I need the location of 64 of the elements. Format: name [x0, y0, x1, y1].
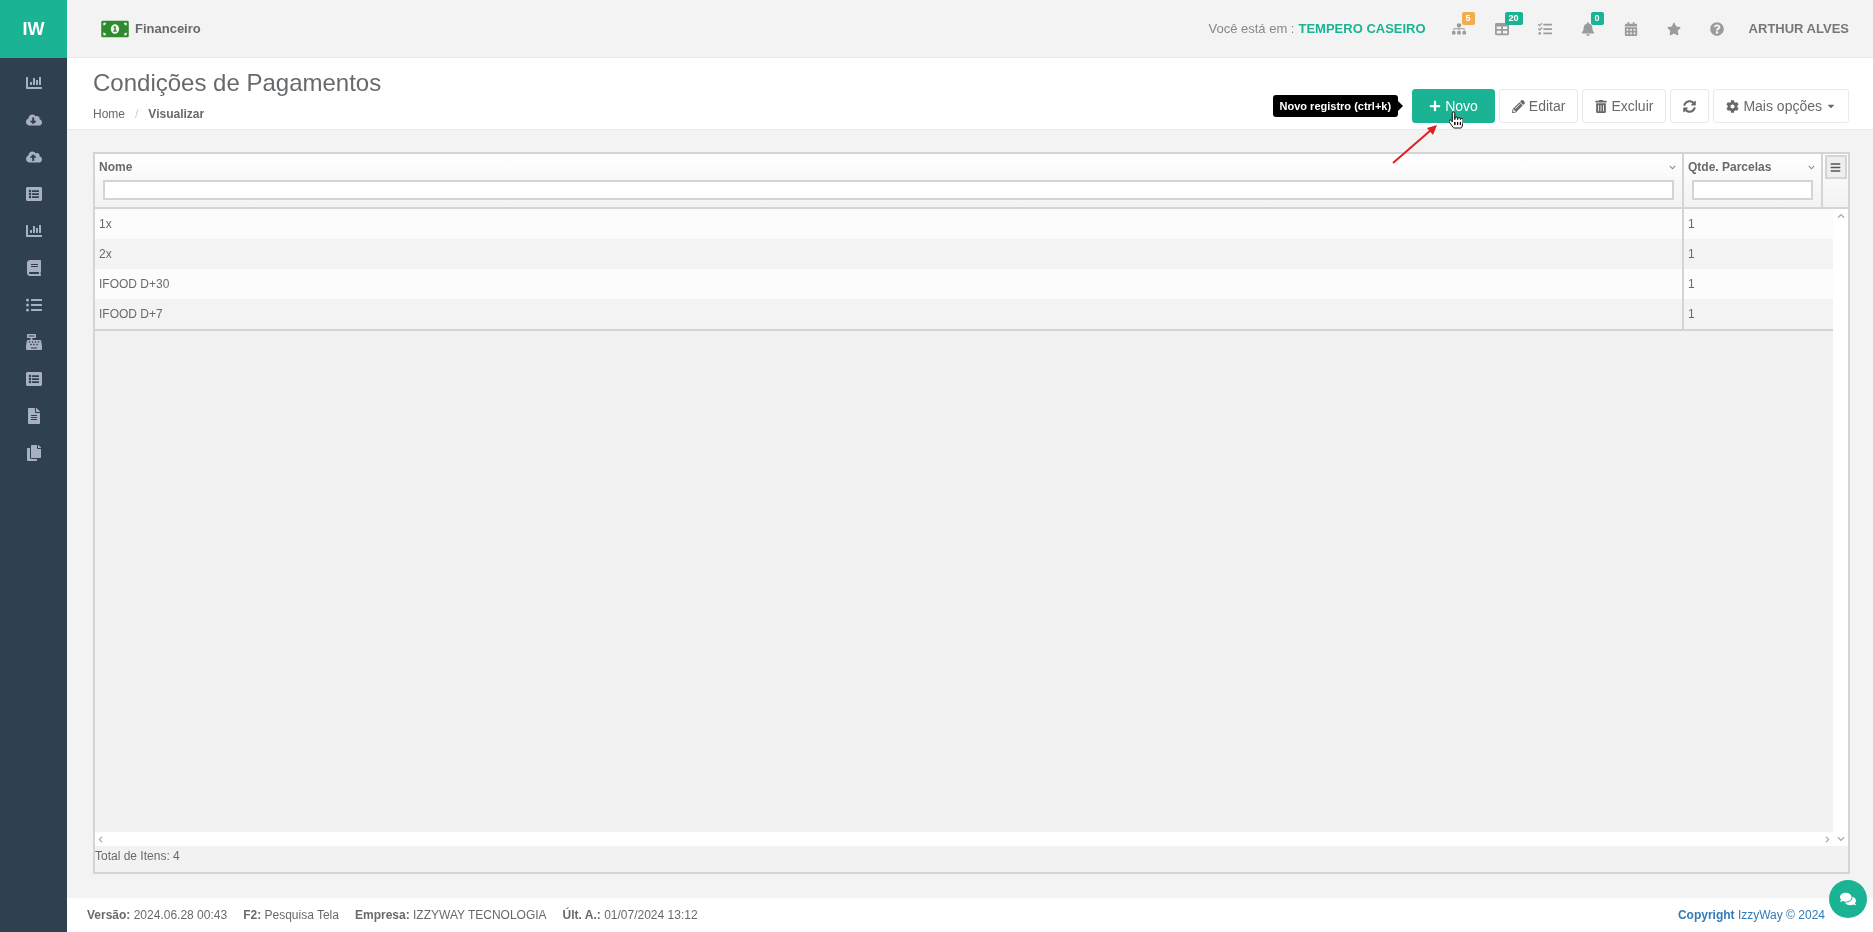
star-icon[interactable]	[1667, 21, 1682, 36]
cloud-download-icon[interactable]	[25, 112, 42, 128]
sort-caret-icon[interactable]	[1669, 163, 1676, 171]
location-label: Você está em :	[1208, 19, 1295, 38]
gear-icon	[1726, 99, 1740, 113]
chat-icon	[1840, 891, 1856, 907]
document-icon[interactable]	[25, 408, 42, 424]
scroll-up-icon[interactable]	[1836, 212, 1845, 220]
cloud-upload-icon[interactable]	[25, 149, 42, 165]
copy-icon[interactable]	[25, 445, 42, 461]
delete-button[interactable]: Excluir	[1582, 89, 1667, 123]
column-header[interactable]: Nome	[99, 158, 133, 176]
checklist-icon[interactable]	[1538, 21, 1553, 36]
bell-icon[interactable]	[1581, 21, 1596, 36]
total-items: Total de Itens: 4	[95, 848, 180, 865]
more-options-button[interactable]: Mais opções	[1713, 89, 1849, 123]
bar-chart-icon[interactable]	[25, 75, 42, 91]
book-icon[interactable]	[25, 260, 42, 276]
count-badge: 0	[1590, 11, 1604, 25]
filter-input[interactable]	[103, 180, 1674, 200]
footer-info: F2: Pesquisa Tela	[243, 907, 339, 924]
help-icon[interactable]	[1710, 21, 1725, 36]
trash-icon	[1595, 99, 1608, 113]
scroll-down-icon[interactable]	[1836, 835, 1845, 843]
table-cell-text: 1	[1687, 306, 1696, 323]
chat-button[interactable]	[1829, 880, 1867, 918]
scroll-right-icon[interactable]	[1824, 835, 1831, 843]
module-name: Financeiro	[135, 19, 201, 38]
bar-chart-icon[interactable]	[25, 223, 42, 239]
scroll-left-icon[interactable]	[97, 835, 104, 843]
sitemap-icon[interactable]	[1452, 21, 1467, 36]
copyright-link[interactable]: Copyright IzzyWay © 2024	[1677, 906, 1825, 924]
menu-icon	[1830, 161, 1841, 173]
column-header[interactable]: Qtde. Parcelas	[1688, 158, 1772, 176]
footer-info: Empresa: IZZYWAY TECNOLOGIA	[354, 907, 547, 924]
calendar-icon[interactable]	[1624, 21, 1639, 36]
cash-register-icon[interactable]	[25, 334, 42, 350]
table-icon[interactable]	[1495, 21, 1510, 36]
filter-input[interactable]	[1692, 180, 1813, 200]
list-icon[interactable]	[25, 297, 42, 313]
list-icon[interactable]	[25, 371, 42, 387]
refresh-icon	[1683, 99, 1697, 113]
list-icon[interactable]	[25, 186, 42, 202]
user-name[interactable]: ARTHUR ALVES	[1748, 18, 1849, 39]
plus-icon	[1429, 100, 1442, 112]
breadcrumb-link[interactable]: Home	[93, 105, 125, 123]
refresh-button[interactable]	[1670, 89, 1710, 123]
sort-caret-icon[interactable]	[1808, 163, 1815, 171]
table-cell-text: 1	[1687, 276, 1696, 293]
footer-info: Versão: 2024.06.28 00:43	[87, 907, 228, 924]
vertical-scrollbar[interactable]	[1833, 209, 1848, 846]
count-badge: 20	[1504, 11, 1523, 25]
footer-info: Últ. A.: 01/07/2024 13:12	[562, 906, 698, 924]
table-cell-text: 1	[1687, 246, 1696, 263]
breadcrumb-link[interactable]: Visualizar	[148, 105, 205, 123]
table-cell-text: 1	[1687, 216, 1696, 233]
page-title: Condições de Pagamentos	[93, 68, 382, 98]
column-menu-button[interactable]	[1824, 155, 1847, 179]
edit-button[interactable]: Editar	[1498, 89, 1579, 123]
pencil-icon	[1511, 99, 1525, 113]
breadcrumb-separator: /	[135, 106, 139, 123]
annotation-arrow	[1390, 123, 1439, 165]
horizontal-scrollbar[interactable]	[95, 832, 1833, 846]
count-badge: 5	[1461, 11, 1475, 25]
